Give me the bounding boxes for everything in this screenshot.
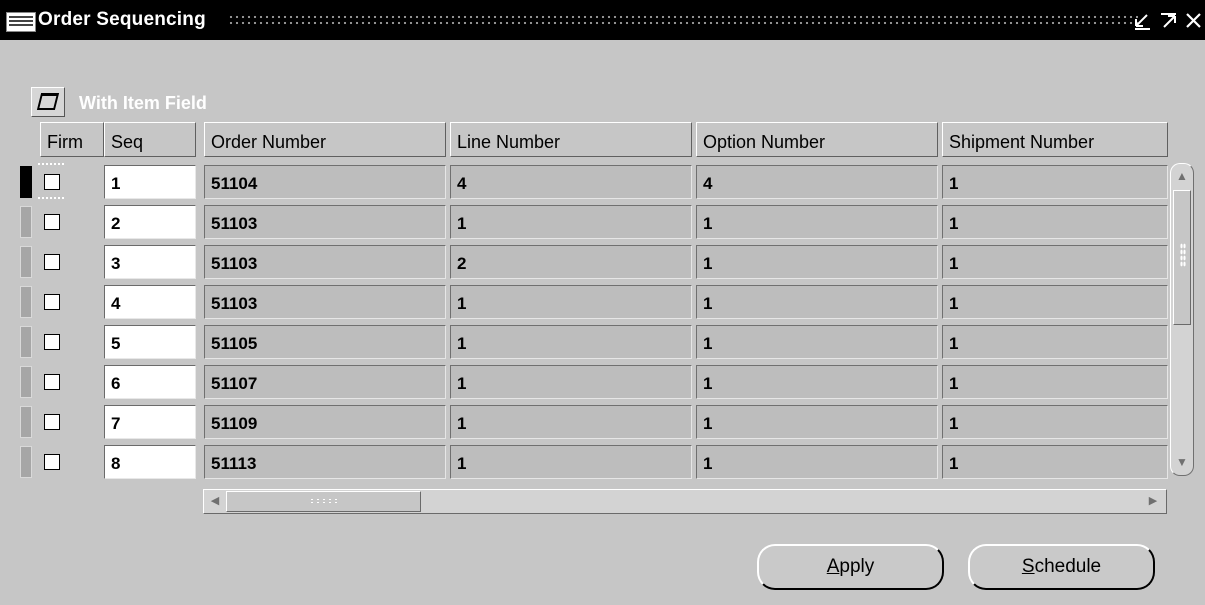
scroll-left-icon[interactable]: ◀: [206, 492, 224, 510]
order-number-field[interactable]: 51107: [204, 365, 446, 399]
record-indicator[interactable]: [20, 206, 32, 238]
option-number-field[interactable]: 1: [696, 365, 938, 399]
shipment-number-field[interactable]: 1: [942, 325, 1168, 359]
focus-indicator: [38, 163, 64, 165]
line-number-field[interactable]: 1: [450, 285, 692, 319]
window-title: Order Sequencing: [38, 9, 206, 30]
column-header-line-number[interactable]: Line Number: [450, 122, 692, 157]
record-indicator[interactable]: [20, 366, 32, 398]
titlebar-pattern: [228, 14, 1138, 28]
folder-title: With Item Field: [79, 93, 207, 113]
line-number-field[interactable]: 4: [450, 165, 692, 199]
line-number-field[interactable]: 1: [450, 205, 692, 239]
column-header-option-number[interactable]: Option Number: [696, 122, 938, 157]
firm-checkbox[interactable]: [44, 174, 60, 190]
maximize-icon[interactable]: [1158, 6, 1180, 41]
record-indicator[interactable]: [20, 406, 32, 438]
firm-checkbox[interactable]: [44, 374, 60, 390]
option-number-field[interactable]: 1: [696, 205, 938, 239]
seq-input[interactable]: 7: [104, 405, 196, 439]
order-number-field[interactable]: 51103: [204, 245, 446, 279]
firm-checkbox[interactable]: [44, 334, 60, 350]
option-number-field[interactable]: 1: [696, 325, 938, 359]
firm-checkbox[interactable]: [44, 254, 60, 270]
record-indicator[interactable]: [20, 166, 32, 198]
record-indicator[interactable]: [20, 286, 32, 318]
shipment-number-field[interactable]: 1: [942, 165, 1168, 199]
seq-input[interactable]: 1: [104, 165, 196, 199]
focus-indicator: [38, 197, 64, 199]
apply-button-label-rest: pply: [839, 556, 875, 577]
seq-input[interactable]: 4: [104, 285, 196, 319]
window-titlebar[interactable]: Order Sequencing: [0, 0, 1205, 40]
option-number-field[interactable]: 1: [696, 445, 938, 479]
line-number-field[interactable]: 1: [450, 405, 692, 439]
seq-input[interactable]: 5: [104, 325, 196, 359]
seq-input[interactable]: 8: [104, 445, 196, 479]
firm-checkbox[interactable]: [44, 454, 60, 470]
vertical-scroll-thumb[interactable]: [1173, 190, 1191, 325]
seq-input[interactable]: 6: [104, 365, 196, 399]
firm-checkbox[interactable]: [44, 294, 60, 310]
line-number-field[interactable]: 1: [450, 445, 692, 479]
order-number-field[interactable]: 51103: [204, 205, 446, 239]
scroll-right-icon[interactable]: ▶: [1144, 492, 1162, 510]
option-number-field[interactable]: 1: [696, 245, 938, 279]
firm-checkbox[interactable]: [44, 414, 60, 430]
record-indicator[interactable]: [20, 326, 32, 358]
option-number-field[interactable]: 1: [696, 285, 938, 319]
apply-button[interactable]: Apply: [757, 544, 944, 590]
line-number-field[interactable]: 2: [450, 245, 692, 279]
order-number-field[interactable]: 51109: [204, 405, 446, 439]
option-number-field[interactable]: 1: [696, 405, 938, 439]
vertical-scrollbar[interactable]: ▲ ▼: [1170, 163, 1194, 476]
schedule-mnemonic: S: [1021, 556, 1035, 577]
column-header-firm[interactable]: Firm: [40, 122, 104, 157]
option-number-field[interactable]: 4: [696, 165, 938, 199]
folder-open-icon: [36, 93, 60, 110]
shipment-number-field[interactable]: 1: [942, 445, 1168, 479]
order-number-field[interactable]: 51104: [204, 165, 446, 199]
line-number-field[interactable]: 1: [450, 325, 692, 359]
line-number-field[interactable]: 1: [450, 365, 692, 399]
oracle-icon: [6, 12, 36, 32]
scroll-up-icon[interactable]: ▲: [1173, 168, 1191, 184]
scroll-down-icon[interactable]: ▼: [1173, 454, 1191, 470]
order-number-field[interactable]: 51103: [204, 285, 446, 319]
shipment-number-field[interactable]: 1: [942, 205, 1168, 239]
schedule-button-label-rest: chedule: [1034, 556, 1102, 577]
shipment-number-field[interactable]: 1: [942, 405, 1168, 439]
column-header-order-number[interactable]: Order Number: [204, 122, 446, 157]
shipment-number-field[interactable]: 1: [942, 285, 1168, 319]
record-indicator[interactable]: [20, 446, 32, 478]
seq-input[interactable]: 2: [104, 205, 196, 239]
folder-tools-button[interactable]: [31, 87, 65, 117]
order-number-field[interactable]: 51105: [204, 325, 446, 359]
seq-input[interactable]: 3: [104, 245, 196, 279]
order-number-field[interactable]: 51113: [204, 445, 446, 479]
horizontal-scrollbar[interactable]: ◀ ▶: [203, 489, 1167, 514]
close-icon[interactable]: [1183, 6, 1205, 41]
firm-checkbox[interactable]: [44, 214, 60, 230]
minimize-icon[interactable]: [1132, 6, 1154, 41]
column-header-shipment-number[interactable]: Shipment Number: [942, 122, 1168, 157]
record-indicator[interactable]: [20, 246, 32, 278]
shipment-number-field[interactable]: 1: [942, 365, 1168, 399]
schedule-button[interactable]: Schedule: [968, 544, 1155, 590]
column-header-seq[interactable]: Seq: [104, 122, 196, 157]
horizontal-scroll-thumb[interactable]: [226, 491, 421, 512]
apply-mnemonic: A: [826, 556, 840, 577]
shipment-number-field[interactable]: 1: [942, 245, 1168, 279]
